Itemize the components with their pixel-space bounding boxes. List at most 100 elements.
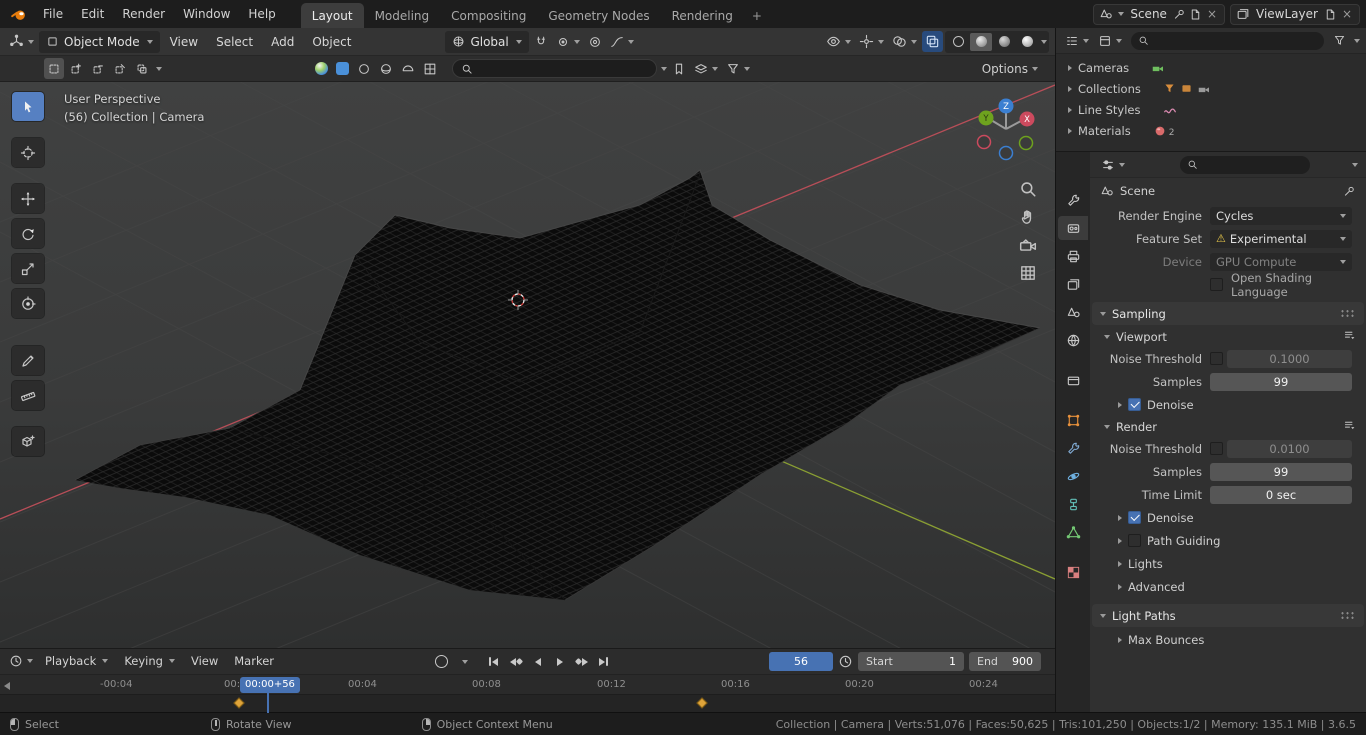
outliner-search-input[interactable] bbox=[1131, 32, 1324, 50]
tool-transform[interactable] bbox=[12, 289, 44, 318]
shading-solid-button[interactable] bbox=[970, 33, 992, 51]
path-guiding-checkbox[interactable] bbox=[1128, 534, 1141, 547]
scene-selector[interactable]: Scene × bbox=[1093, 4, 1225, 25]
proportional-editing-button[interactable] bbox=[585, 31, 605, 52]
preset-menu-icon[interactable] bbox=[1343, 419, 1356, 435]
workspace-tab-compositing[interactable]: Compositing bbox=[440, 3, 537, 28]
jump-to-start-button[interactable] bbox=[484, 652, 503, 671]
tab-output-properties[interactable] bbox=[1058, 244, 1088, 268]
menu-keying[interactable]: Keying bbox=[117, 654, 182, 668]
device-dropdown[interactable]: GPU Compute bbox=[1210, 253, 1352, 271]
menu-help[interactable]: Help bbox=[239, 0, 284, 28]
viewport-subpanel-header[interactable]: Viewport bbox=[1090, 326, 1366, 347]
timeline-editor-type-button[interactable] bbox=[6, 651, 36, 672]
render-engine-dropdown[interactable]: Cycles bbox=[1210, 207, 1352, 225]
outliner-row-line-styles[interactable]: Line Styles bbox=[1056, 99, 1366, 120]
new-viewlayer-icon[interactable] bbox=[1324, 8, 1337, 21]
tab-world-properties[interactable] bbox=[1058, 328, 1088, 352]
feature-set-dropdown[interactable]: ⚠Experimental bbox=[1210, 230, 1352, 248]
blender-logo-icon[interactable] bbox=[0, 0, 34, 28]
tool-annotate[interactable] bbox=[12, 346, 44, 375]
max-bounces-row[interactable]: Max Bounces bbox=[1090, 628, 1366, 651]
jump-to-end-button[interactable] bbox=[594, 652, 613, 671]
properties-search-input[interactable] bbox=[1180, 156, 1310, 174]
bookmark-button[interactable] bbox=[669, 58, 689, 79]
outliner-filter-button[interactable] bbox=[1330, 30, 1349, 51]
tab-view-layer-properties[interactable] bbox=[1058, 272, 1088, 296]
viewlayer-selector[interactable]: ViewLayer × bbox=[1230, 4, 1360, 25]
layers-button[interactable] bbox=[691, 58, 721, 79]
render-samples-field[interactable]: 99 bbox=[1210, 463, 1352, 481]
tab-object-data-properties[interactable] bbox=[1058, 520, 1088, 544]
axis-neg-y-ball[interactable] bbox=[1020, 137, 1033, 150]
frame-end-field[interactable]: End900 bbox=[969, 652, 1041, 671]
visibility-button[interactable] bbox=[823, 31, 854, 52]
play-button[interactable] bbox=[550, 652, 569, 671]
keyframe-diamond[interactable] bbox=[696, 698, 707, 709]
workspace-tab-geometry-nodes[interactable]: Geometry Nodes bbox=[537, 3, 660, 28]
menu-marker[interactable]: Marker bbox=[227, 654, 281, 668]
tool-move[interactable] bbox=[12, 184, 44, 213]
path-guiding-row[interactable]: Path Guiding bbox=[1090, 529, 1366, 552]
playhead-line[interactable] bbox=[267, 692, 269, 713]
playhead-frame-badge[interactable]: 00:00+56 bbox=[240, 677, 300, 693]
workspace-tab-modeling[interactable]: Modeling bbox=[364, 3, 441, 28]
navigation-gizmo[interactable]: Z Y X bbox=[971, 92, 1041, 165]
lights-row[interactable]: Lights bbox=[1090, 552, 1366, 575]
menu-object[interactable]: Object bbox=[304, 35, 359, 49]
viewport-samples-field[interactable]: 99 bbox=[1210, 373, 1352, 391]
ortho-grid-icon[interactable] bbox=[1019, 264, 1037, 282]
tab-texture-properties[interactable] bbox=[1058, 560, 1088, 584]
current-frame-field[interactable]: 56 bbox=[769, 652, 833, 671]
tab-render-properties[interactable] bbox=[1058, 216, 1088, 240]
outliner-editor-type-button[interactable] bbox=[1062, 30, 1092, 51]
render-denoise-checkbox[interactable] bbox=[1128, 511, 1141, 524]
viewport-noise-checkbox[interactable] bbox=[1210, 352, 1223, 365]
osl-checkbox[interactable] bbox=[1210, 278, 1223, 291]
orientation-dropdown[interactable]: Global bbox=[445, 31, 528, 53]
matcap-button[interactable] bbox=[312, 58, 331, 79]
select-mode-intersect-button[interactable] bbox=[132, 58, 152, 79]
tool-select-box[interactable] bbox=[12, 92, 44, 121]
sphere-toggle-button[interactable] bbox=[376, 58, 396, 79]
sampling-panel-header[interactable]: Sampling bbox=[1092, 302, 1364, 325]
timeline-track[interactable] bbox=[0, 694, 1055, 712]
tab-constraint-properties[interactable] bbox=[1058, 492, 1088, 516]
expand-icon[interactable] bbox=[1068, 86, 1072, 92]
halfsphere-toggle-button[interactable] bbox=[398, 58, 418, 79]
tab-tool[interactable] bbox=[1058, 188, 1088, 212]
prev-keyframe-button[interactable] bbox=[506, 652, 525, 671]
circle-toggle-button[interactable] bbox=[354, 58, 374, 79]
axis-neg-x-ball[interactable] bbox=[978, 136, 991, 149]
preset-menu-icon[interactable] bbox=[1343, 329, 1356, 345]
menu-select[interactable]: Select bbox=[208, 35, 261, 49]
drag-grip-icon[interactable] bbox=[1340, 611, 1356, 620]
keyframe-diamond[interactable] bbox=[233, 698, 244, 709]
editor-type-button[interactable] bbox=[6, 31, 37, 52]
play-reverse-button[interactable] bbox=[528, 652, 547, 671]
gizmos-button[interactable] bbox=[856, 31, 887, 52]
blue-toggle-button[interactable] bbox=[333, 58, 352, 79]
expand-icon[interactable] bbox=[1068, 65, 1072, 71]
time-limit-field[interactable]: 0 sec bbox=[1210, 486, 1352, 504]
auto-keying-dropdown[interactable] bbox=[454, 652, 473, 671]
grid-toggle-button[interactable] bbox=[420, 58, 440, 79]
tool-add-cube[interactable] bbox=[12, 427, 44, 456]
shading-material-button[interactable] bbox=[993, 33, 1015, 51]
menu-view[interactable]: View bbox=[162, 35, 206, 49]
timeline-scroll-left-icon[interactable] bbox=[4, 682, 10, 690]
expand-icon[interactable] bbox=[1068, 128, 1072, 134]
tool-measure[interactable] bbox=[12, 381, 44, 410]
menu-edit[interactable]: Edit bbox=[72, 0, 113, 28]
caret-down-icon[interactable] bbox=[1352, 163, 1358, 167]
snap-target-button[interactable] bbox=[553, 31, 583, 52]
tab-collection-properties[interactable] bbox=[1058, 368, 1088, 392]
pan-hand-icon[interactable] bbox=[1019, 208, 1037, 226]
snap-toggle-button[interactable] bbox=[531, 31, 551, 52]
tab-object-properties[interactable] bbox=[1058, 408, 1088, 432]
next-keyframe-button[interactable] bbox=[572, 652, 591, 671]
camera-view-icon[interactable] bbox=[1019, 236, 1037, 254]
menu-window[interactable]: Window bbox=[174, 0, 239, 28]
tool-rotate[interactable] bbox=[12, 219, 44, 248]
auto-keying-button[interactable] bbox=[432, 652, 451, 671]
